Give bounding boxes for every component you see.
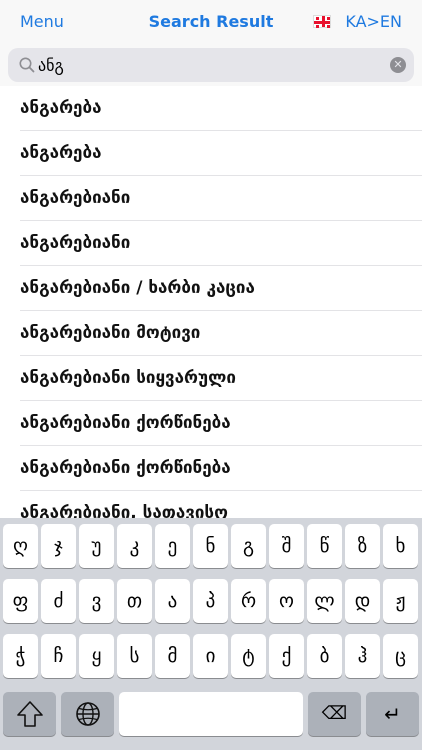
menu-button[interactable]: Menu (20, 12, 64, 31)
result-text: ანგარებიანი მოტივი (20, 323, 201, 343)
navigation-bar: Menu Search Result KA>EN (0, 0, 422, 46)
key[interactable]: კ (117, 524, 152, 568)
result-text: ანგარება (20, 98, 102, 118)
space-key[interactable] (119, 692, 303, 736)
list-item[interactable]: ანგარებიანი / ხარბი კაცია (0, 266, 422, 311)
key[interactable]: ჯ (41, 524, 76, 568)
key[interactable]: ჭ (3, 634, 38, 678)
globe-icon (75, 702, 100, 726)
delete-key[interactable]: ⌫ (308, 692, 361, 736)
key[interactable]: ე (155, 524, 190, 568)
keyboard-row-1: ღ ჯ უ კ ე ნ გ შ წ ზ ხ (0, 524, 422, 568)
key[interactable]: ქ (269, 634, 304, 678)
georgia-flag-icon (313, 15, 332, 28)
key[interactable]: უ (79, 524, 114, 568)
list-item[interactable]: ანგარებიანი ქორწინება (0, 446, 422, 491)
results-list: ანგარება ანგარება ანგარებიანი ანგარებიან… (0, 86, 422, 518)
shift-icon (16, 701, 43, 727)
delete-icon: ⌫ (321, 703, 348, 724)
list-item[interactable]: ანგარებიანი (0, 176, 422, 221)
search-input[interactable] (38, 48, 378, 82)
search-bar: ✕ (0, 46, 422, 86)
list-item[interactable]: ანგარება (0, 86, 422, 131)
return-key[interactable]: ↵ (366, 692, 419, 736)
key[interactable]: ღ (3, 524, 38, 568)
key[interactable]: ც (383, 634, 418, 678)
key[interactable]: ფ (3, 579, 38, 623)
key[interactable]: ი (193, 634, 228, 678)
key[interactable]: დ (345, 579, 380, 623)
key[interactable]: ს (117, 634, 152, 678)
language-direction-label: KA>EN (345, 12, 402, 31)
keyboard-row-3: ჭ ჩ ყ ს მ ი ტ ქ ბ ჰ ც (0, 634, 422, 678)
return-icon: ↵ (384, 702, 401, 726)
key[interactable]: ბ (307, 634, 342, 678)
key[interactable]: რ (231, 579, 266, 623)
result-text: ანგარებიანი (20, 188, 131, 208)
result-text: ანგარებიანი, სათავისო (20, 503, 228, 518)
list-item[interactable]: ანგარებიანი მოტივი (0, 311, 422, 356)
key[interactable]: გ (231, 524, 266, 568)
key[interactable]: ჰ (345, 634, 380, 678)
key[interactable]: თ (117, 579, 152, 623)
key[interactable]: ჟ (383, 579, 418, 623)
result-text: ანგარებიანი ქორწინება (20, 413, 231, 433)
georgian-keyboard: ღ ჯ უ კ ე ნ გ შ წ ზ ხ ფ ძ ვ თ ა პ რ ო ლ … (0, 518, 422, 750)
key[interactable]: ო (269, 579, 304, 623)
list-item[interactable]: ანგარებიანი ქორწინება (0, 401, 422, 446)
key[interactable]: ვ (79, 579, 114, 623)
shift-key[interactable] (3, 692, 56, 736)
key[interactable]: ხ (383, 524, 418, 568)
key[interactable]: ნ (193, 524, 228, 568)
search-icon (19, 57, 35, 73)
result-text: ანგარებიანი ქორწინება (20, 458, 231, 478)
key[interactable]: შ (269, 524, 304, 568)
list-item[interactable]: ანგარება (0, 131, 422, 176)
key[interactable]: პ (193, 579, 228, 623)
result-text: ანგარებიანი სიყვარული (20, 368, 236, 388)
result-text: ანგარება (20, 143, 102, 163)
clear-search-icon[interactable]: ✕ (390, 57, 406, 73)
list-item[interactable]: ანგარებიანი (0, 221, 422, 266)
globe-key[interactable] (61, 692, 114, 736)
list-item[interactable]: ანგარებიანი სიყვარული (0, 356, 422, 401)
list-item[interactable]: ანგარებიანი, სათავისო (0, 491, 422, 518)
result-text: ანგარებიანი / ხარბი კაცია (20, 278, 255, 298)
key[interactable]: ტ (231, 634, 266, 678)
language-toggle-button[interactable]: KA>EN (313, 12, 402, 31)
keyboard-row-4: ⌫ ↵ (0, 692, 422, 736)
key[interactable]: ყ (79, 634, 114, 678)
key[interactable]: ლ (307, 579, 342, 623)
key[interactable]: ჩ (41, 634, 76, 678)
key[interactable]: მ (155, 634, 190, 678)
key[interactable]: ა (155, 579, 190, 623)
key[interactable]: წ (307, 524, 342, 568)
keyboard-row-2: ფ ძ ვ თ ა პ რ ო ლ დ ჟ (0, 579, 422, 623)
result-text: ანგარებიანი (20, 233, 131, 253)
page-title-text: Search Result (148, 12, 274, 31)
search-field[interactable]: ✕ (8, 48, 414, 82)
key[interactable]: ძ (41, 579, 76, 623)
key[interactable]: ზ (345, 524, 380, 568)
